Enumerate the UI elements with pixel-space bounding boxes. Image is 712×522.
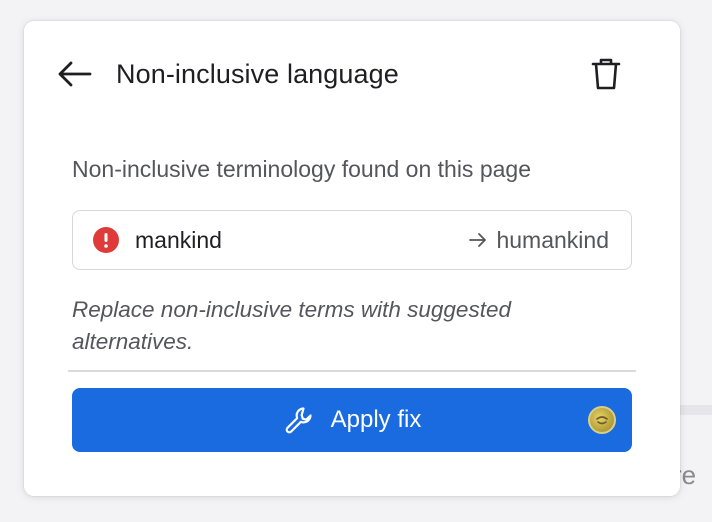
panel-title: Non-inclusive language [116, 58, 399, 89]
panel-header: Non-inclusive language [56, 54, 624, 94]
avatar-badge-icon [588, 406, 616, 434]
background-strip [676, 405, 712, 415]
issue-suggestion: humankind [468, 227, 609, 254]
arrow-left-icon [58, 61, 92, 87]
apply-fix-button[interactable]: Apply fix [72, 388, 632, 452]
back-button[interactable] [56, 54, 96, 94]
divider [68, 370, 636, 372]
wrench-icon [285, 407, 312, 434]
panel-subtitle: Non-inclusive terminology found on this … [72, 156, 531, 182]
hint-text: Replace non-inclusive terms with suggest… [72, 297, 511, 354]
arrow-right-icon [469, 233, 487, 247]
delete-button[interactable] [588, 56, 624, 92]
issue-term: mankind [135, 226, 222, 253]
issue-row[interactable]: mankind humankind [72, 210, 632, 270]
trash-icon [591, 58, 621, 90]
exclamation-circle-icon [93, 227, 119, 253]
apply-fix-label: Apply fix [330, 406, 422, 433]
issue-suggestion-text: humankind [496, 226, 609, 253]
